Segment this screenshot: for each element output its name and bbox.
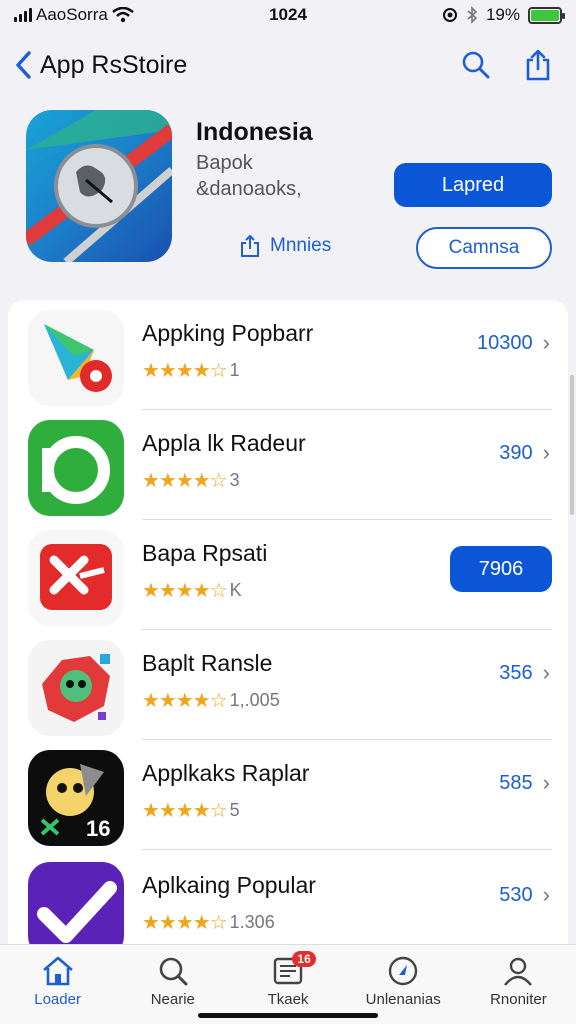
wifi-icon: [112, 7, 134, 23]
x-app-icon: [28, 530, 124, 626]
rating-count: 1,.005: [229, 690, 280, 710]
app-name: Aplkaing Popular: [142, 872, 316, 898]
app-name: Applkaks Raplar: [142, 760, 310, 786]
battery-icon: [528, 6, 565, 24]
list-item[interactable]: Appking Popbarr ★★★★☆ 1 10300 ›: [8, 300, 568, 410]
more-link[interactable]: Mnnies: [240, 234, 331, 258]
app-price[interactable]: 585 ›: [499, 770, 550, 796]
search-icon: [159, 957, 188, 986]
app-name: Appla lk Radeur: [142, 430, 306, 456]
chevron-right-icon: ›: [542, 440, 550, 465]
chevron-right-icon: ›: [542, 770, 550, 795]
star-rating-icon: ★★★★☆: [142, 470, 228, 492]
rating-count: 3: [229, 470, 240, 490]
app-rating: ★★★★☆ 1.306: [142, 910, 275, 935]
featured-app-icon[interactable]: [26, 110, 172, 262]
app-price[interactable]: 10300 ›: [477, 330, 550, 356]
get-button[interactable]: Lapred: [394, 163, 552, 207]
play-store-icon: [28, 310, 124, 406]
star-rating-icon: ★★★★☆: [142, 690, 228, 712]
app-list: Appking Popbarr ★★★★☆ 1 10300 › Appla lk…: [8, 300, 568, 960]
share-button[interactable]: [522, 49, 554, 81]
app-rating: ★★★★☆ K: [142, 578, 242, 603]
price-button[interactable]: 7906: [450, 546, 552, 592]
battery-percent: 19%: [485, 5, 520, 24]
tab-bar: Loader Nearie 16 Tkaek Unlenanias Rnonit…: [0, 944, 576, 1024]
chat-app-icon: [28, 420, 124, 516]
app-name: Baplt Ransle: [142, 650, 273, 676]
list-item[interactable]: Appla lk Radeur ★★★★☆ 3 390 ›: [8, 410, 568, 520]
chevron-right-icon: ›: [542, 882, 550, 907]
app-price[interactable]: 530 ›: [499, 882, 550, 908]
featured-app-developer: Bapok: [196, 152, 253, 174]
app-rating: ★★★★☆ 5: [142, 798, 240, 823]
price-label: 585: [499, 771, 533, 794]
secondary-button[interactable]: Camnsa: [416, 227, 552, 269]
rating-count: 1: [229, 360, 240, 380]
list-item[interactable]: Baplt Ransle ★★★★☆ 1,.005 356 ›: [8, 630, 568, 740]
app-rating: ★★★★☆ 1: [142, 358, 240, 383]
share-icon: [526, 49, 550, 81]
svg-text:16: 16: [86, 816, 110, 841]
star-rating-icon: ★★★★☆: [142, 360, 228, 382]
person-icon: [504, 957, 533, 986]
price-label: 356: [499, 661, 533, 684]
price-label: 390: [499, 441, 533, 464]
rating-count: 5: [229, 800, 240, 820]
notification-badge: 16: [292, 951, 316, 967]
carrier-label: AaoSorra: [36, 5, 108, 24]
character-game-icon: 16: [28, 750, 124, 846]
home-indicator: [198, 1013, 378, 1018]
status-bar: AaoSorra 1024 19%: [0, 0, 576, 30]
star-rating-icon: ★★★★☆: [142, 580, 228, 602]
star-rating-icon: ★★★★☆: [142, 912, 228, 934]
back-button[interactable]: App RsStoire: [14, 50, 187, 80]
share-icon: [241, 234, 259, 257]
more-link-label: Mnnies: [270, 235, 332, 256]
tab-label: Rnoniter: [490, 991, 547, 1008]
tab-loader[interactable]: Loader: [0, 945, 115, 1024]
bluetooth-icon: [467, 6, 478, 24]
price-label: 530: [499, 883, 533, 906]
tab-label: Loader: [34, 991, 81, 1008]
chevron-left-icon: [16, 51, 31, 79]
home-icon: [42, 956, 73, 986]
navigation-bar: App RsStoire: [0, 40, 576, 90]
signal-icon: [14, 8, 32, 22]
app-name: Appking Popbarr: [142, 320, 314, 346]
app-price[interactable]: 356 ›: [499, 660, 550, 686]
rating-count: 1.306: [229, 912, 275, 932]
app-name: Bapa Rpsati: [142, 540, 268, 566]
search-icon: [462, 51, 490, 79]
scrollbar[interactable]: [570, 375, 574, 515]
monster-game-icon: [28, 640, 124, 736]
chevron-right-icon: ›: [542, 660, 550, 685]
tab-label: Tkaek: [267, 991, 309, 1008]
divider: [142, 849, 552, 850]
back-label: App RsStoire: [40, 50, 188, 79]
clock: 1024: [269, 5, 307, 24]
search-button[interactable]: [460, 49, 492, 81]
tab-profile[interactable]: Rnoniter: [461, 945, 576, 1024]
rating-count: K: [229, 580, 242, 600]
chevron-right-icon: ›: [542, 330, 550, 355]
location-icon: [442, 8, 457, 22]
app-rating: ★★★★☆ 3: [142, 468, 240, 493]
featured-app-header: Indonesia Bapok &danoaoks, Lapred Mnnies…: [26, 110, 556, 270]
list-item[interactable]: 16 Applkaks Raplar ★★★★☆ 5 585 ›: [8, 740, 568, 850]
compass-icon: [389, 956, 418, 986]
app-price[interactable]: 390 ›: [499, 440, 550, 466]
featured-app-title: Indonesia: [196, 118, 313, 146]
price-label: 10300: [477, 331, 533, 354]
tab-label: Nearie: [150, 991, 195, 1008]
star-rating-icon: ★★★★☆: [142, 800, 228, 822]
featured-app-category: &danoaoks,: [196, 178, 302, 200]
app-rating: ★★★★☆ 1,.005: [142, 688, 280, 713]
list-item[interactable]: Bapa Rpsati ★★★★☆ K 7906: [8, 520, 568, 630]
tab-label: Unlenanias: [365, 991, 441, 1008]
